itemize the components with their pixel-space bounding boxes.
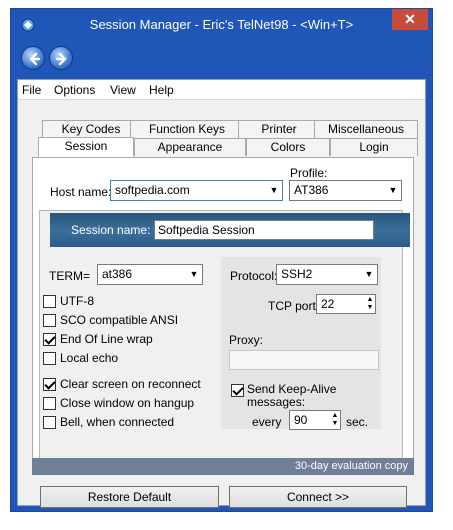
menu-file[interactable]: File	[22, 83, 41, 97]
protocol-combo[interactable]: SSH2 ▼	[276, 264, 378, 285]
keepalive-interval-value: 90	[294, 413, 308, 427]
proxy-input[interactable]	[229, 350, 379, 370]
close-window-label: Close window on hangup	[60, 396, 195, 410]
connect-button[interactable]: Connect >>	[229, 486, 407, 508]
restore-default-button[interactable]: Restore Default	[40, 486, 219, 508]
sco-ansi-label: SCO compatible ANSI	[60, 313, 179, 327]
tcp-port-spinner[interactable]: 22 ▲ ▼	[316, 294, 376, 314]
keepalive-label-2: messages:	[247, 395, 306, 409]
bell-label: Bell, when connected	[60, 415, 175, 429]
session-tab-panel: Host name: softpedia.com ▼ Profile: AT38…	[32, 157, 414, 473]
tcp-port-value: 22	[321, 297, 335, 311]
sec-label: sec.	[346, 415, 369, 429]
chevron-down-icon: ▼	[269, 185, 279, 195]
tab-miscellaneous[interactable]: Miscellaneous	[314, 120, 418, 138]
keepalive-checkbox[interactable]	[231, 384, 244, 397]
protocol-label: Protocol:	[230, 269, 278, 283]
forward-arrow-icon	[55, 52, 67, 66]
back-button[interactable]	[21, 46, 45, 70]
spin-arrows-icon[interactable]: ▲ ▼	[366, 296, 374, 312]
local-echo-label: Local echo	[60, 351, 119, 365]
title-bar[interactable]: Session Manager - Eric's TelNet98 - <Win…	[11, 9, 432, 39]
tab-function-keys[interactable]: Function Keys	[130, 120, 244, 138]
host-name-combo[interactable]: softpedia.com ▼	[110, 180, 283, 201]
protocol-value: SSH2	[281, 267, 313, 281]
eol-wrap-checkbox[interactable]	[43, 333, 56, 346]
profile-combo[interactable]: AT386 ▼	[289, 180, 402, 201]
connection-pane: Protocol: SSH2 ▼ TCP port: 22 ▲ ▼ Proxy: …	[221, 257, 381, 430]
spin-arrows-icon[interactable]: ▲ ▼	[331, 412, 339, 428]
session-manager-window: Session Manager - Eric's TelNet98 - <Win…	[10, 8, 433, 512]
local-echo-checkbox[interactable]	[43, 352, 56, 365]
session-settings-group: Session name: Softpedia Session TERM= at…	[39, 210, 410, 465]
sco-ansi-checkbox[interactable]	[43, 314, 56, 327]
keepalive-label: Send Keep-Alive	[247, 382, 337, 396]
close-window-checkbox[interactable]	[43, 397, 56, 410]
clear-screen-checkbox[interactable]	[43, 378, 56, 391]
tab-key-codes[interactable]: Key Codes	[42, 120, 140, 138]
tab-appearance[interactable]: Appearance	[134, 138, 246, 156]
client-area: File Options View Help Key Codes Functio…	[17, 79, 426, 508]
host-name-value: softpedia.com	[115, 183, 190, 197]
tab-printer[interactable]: Printer	[238, 120, 320, 138]
close-button[interactable]: ✕	[392, 9, 428, 30]
bell-checkbox[interactable]	[43, 416, 56, 429]
forward-button[interactable]	[49, 46, 73, 70]
menu-help[interactable]: Help	[149, 83, 174, 97]
proxy-label: Proxy:	[229, 333, 264, 347]
menu-view[interactable]: View	[110, 83, 136, 97]
host-name-label: Host name:	[50, 185, 112, 199]
session-name-input[interactable]: Softpedia Session	[154, 220, 374, 240]
term-label: TERM=	[49, 269, 91, 283]
utf8-checkbox[interactable]	[43, 295, 56, 308]
menu-bar: File Options View Help	[18, 80, 425, 100]
every-label: every	[252, 415, 282, 429]
clear-screen-label: Clear screen on reconnect	[60, 377, 201, 391]
tcp-port-label: TCP port:	[268, 299, 320, 313]
eol-wrap-label: End Of Line wrap	[60, 332, 153, 346]
term-value: at386	[102, 267, 133, 281]
evaluation-banner: 30-day evaluation copy	[32, 458, 414, 475]
window-title: Session Manager - Eric's TelNet98 - <Win…	[89, 17, 354, 32]
chevron-down-icon: ▼	[189, 269, 199, 279]
utf8-label: UTF-8	[60, 294, 94, 308]
menu-options[interactable]: Options	[54, 83, 95, 97]
tab-colors[interactable]: Colors	[246, 138, 330, 156]
tab-session[interactable]: Session	[38, 137, 134, 157]
term-combo[interactable]: at386 ▼	[97, 264, 203, 285]
session-name-band: Session name: Softpedia Session	[50, 213, 410, 247]
chevron-down-icon: ▼	[388, 185, 398, 195]
profile-value: AT386	[294, 183, 329, 197]
keepalive-interval-spinner[interactable]: 90 ▲ ▼	[289, 410, 341, 430]
session-name-label: Session name:	[71, 223, 151, 237]
profile-label: Profile:	[290, 166, 328, 180]
back-arrow-icon	[29, 52, 41, 66]
tab-login[interactable]: Login	[330, 138, 418, 156]
chevron-down-icon: ▼	[364, 269, 374, 279]
